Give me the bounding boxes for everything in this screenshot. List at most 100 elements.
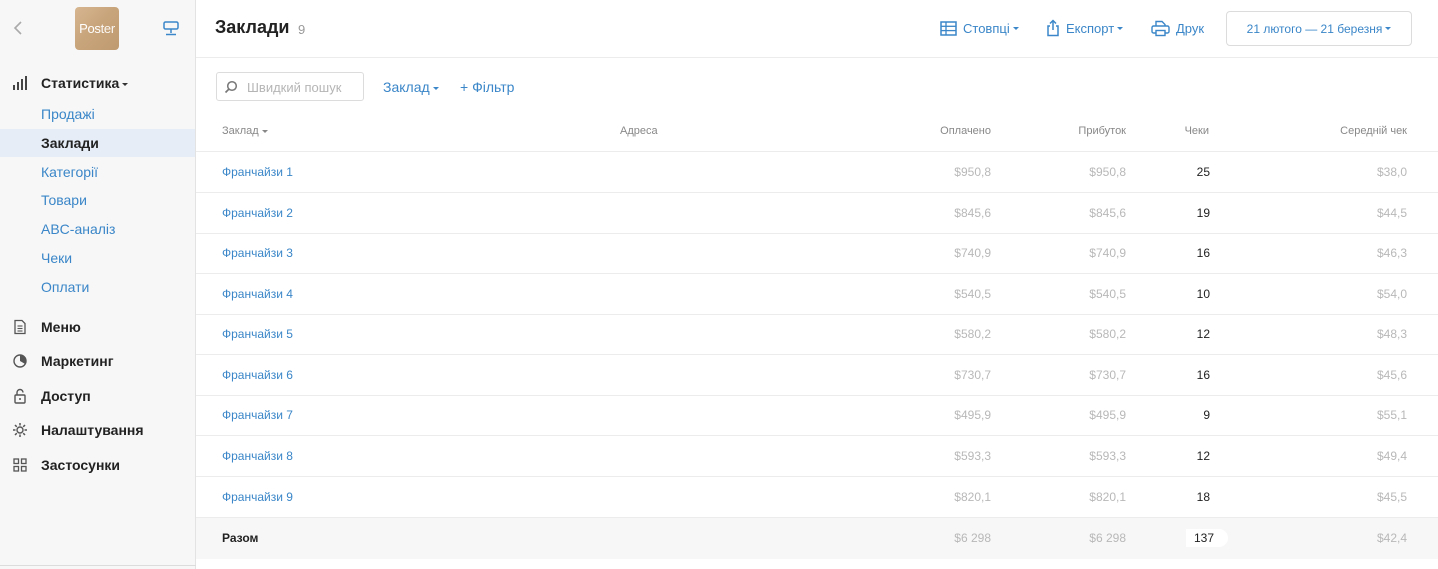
bar-chart-icon (13, 76, 27, 90)
sidebar-item-categories[interactable]: Категорії (0, 158, 195, 186)
nav-marketing[interactable]: Маркетинг (0, 348, 196, 374)
sidebar-item-sales[interactable]: Продажі (0, 100, 195, 128)
nav-marketing-label: Маркетинг (41, 353, 114, 369)
pos-terminal-icon[interactable] (162, 20, 180, 38)
export-label: Експорт (1066, 20, 1115, 36)
chevron-left-icon[interactable] (10, 18, 26, 38)
avg-check-value: $54,0 (1376, 287, 1407, 301)
checks-value: 16 (1196, 368, 1210, 382)
add-filter-button[interactable]: + Фільтр (460, 79, 514, 95)
poster-logo[interactable]: Pos ter (75, 7, 119, 50)
nav-settings[interactable]: Налаштування (0, 417, 196, 443)
paid-value: $580,2 (954, 327, 991, 341)
paid-value: $740,9 (954, 246, 991, 260)
total-checks-value: 137 (1185, 529, 1228, 547)
venue-link[interactable]: Франчайзи 5 (222, 327, 293, 341)
venue-link[interactable]: Франчайзи 8 (222, 449, 293, 463)
quick-search[interactable] (216, 72, 364, 101)
paid-value: $820,1 (954, 490, 991, 504)
profit-value: $740,9 (1089, 246, 1126, 260)
checks-value: 12 (1196, 327, 1210, 341)
profit-value: $580,2 (1089, 327, 1126, 341)
page-title: Заклади (215, 17, 290, 37)
sidebar-item-receipts[interactable]: Чеки (0, 244, 195, 272)
search-icon (224, 80, 238, 94)
table-row: Франчайзи 1 $950,8 $950,8 25 $38,0 (196, 152, 1438, 193)
table-row: Франчайзи 3 $740,9 $740,9 16 $46,3 (196, 233, 1438, 274)
paid-value: $730,7 (954, 368, 991, 382)
venue-link[interactable]: Франчайзи 6 (222, 368, 293, 382)
export-button[interactable]: Експорт (1046, 17, 1124, 39)
table-row: Франчайзи 4 $540,5 $540,5 10 $54,0 (196, 274, 1438, 315)
date-range-picker[interactable]: 21 лютого — 21 березня (1226, 11, 1412, 46)
nav-apps-label: Застосунки (41, 457, 121, 473)
nav-settings-label: Налаштування (41, 422, 144, 438)
avg-check-value: $48,3 (1376, 327, 1407, 341)
sidebar-item-venues[interactable]: Заклади (0, 129, 195, 157)
columns-label: Стовпці (963, 20, 1010, 36)
page-header: Заклади 9 Стовпці Експорт Друк 21 лютого… (196, 0, 1438, 58)
table-row: Франчайзи 7 $495,9 $495,9 9 $55,1 (196, 395, 1438, 436)
nav-menu[interactable]: Меню (0, 314, 196, 340)
caret-down-icon (1012, 26, 1019, 30)
venue-link[interactable]: Франчайзи 7 (222, 408, 293, 422)
avg-check-value: $38,0 (1376, 165, 1407, 179)
avg-check-value: $45,6 (1376, 368, 1407, 382)
venue-link[interactable]: Франчайзи 1 (222, 165, 293, 179)
checks-value: 9 (1203, 408, 1210, 422)
sidebar: Pos ter Статистика Продажі Заклади Катего… (0, 0, 196, 569)
avg-check-value: $46,3 (1376, 246, 1407, 260)
export-icon (1047, 19, 1059, 37)
profit-value: $730,7 (1089, 368, 1126, 382)
profit-value: $820,1 (1089, 490, 1126, 504)
nav-apps[interactable]: Застосунки (0, 452, 196, 478)
profit-value: $593,3 (1089, 449, 1126, 463)
column-header-profit[interactable]: Прибуток (1078, 125, 1126, 137)
document-icon (14, 319, 26, 335)
column-header-checks[interactable]: Чеки (1185, 125, 1209, 137)
column-header-paid[interactable]: Оплачено (940, 125, 991, 137)
column-header-avg-check[interactable]: Середній чек (1340, 125, 1407, 137)
venue-count: 9 (298, 22, 306, 37)
venue-link[interactable]: Франчайзи 2 (222, 206, 293, 220)
profit-value: $950,8 (1089, 165, 1126, 179)
sidebar-item-products[interactable]: Товари (0, 186, 195, 214)
nav-menu-label: Меню (41, 319, 81, 335)
checks-value: 18 (1196, 490, 1210, 504)
venue-link[interactable]: Франчайзи 9 (222, 490, 293, 504)
sidebar-item-payments[interactable]: Оплати (0, 273, 195, 301)
pie-chart-icon (13, 354, 27, 368)
nav-access-label: Доступ (41, 388, 91, 404)
apps-grid-icon (13, 458, 27, 472)
caret-down-icon (122, 82, 129, 86)
checks-value: 19 (1196, 206, 1210, 220)
venue-link[interactable]: Франчайзи 4 (222, 287, 293, 301)
paid-value: $495,9 (954, 408, 991, 422)
table-total-row: Разом $6 298 $6 298 137 $42,4 (196, 518, 1438, 559)
table-row: Франчайзи 5 $580,2 $580,2 12 $48,3 (196, 314, 1438, 355)
table-columns-icon (940, 20, 957, 36)
nav-access[interactable]: Доступ (0, 383, 196, 409)
print-button[interactable]: Друк (1151, 17, 1204, 39)
columns-button[interactable]: Стовпці (940, 17, 1019, 39)
search-input[interactable] (247, 78, 359, 96)
caret-down-icon (1385, 27, 1392, 30)
venue-link[interactable]: Франчайзи 3 (222, 246, 293, 260)
paid-value: $593,3 (954, 449, 991, 463)
column-header-venue[interactable]: Заклад (222, 125, 268, 137)
sidebar-item-abc-analysis[interactable]: ABC-аналіз (0, 215, 195, 243)
nav-statistics[interactable]: Статистика (0, 70, 196, 96)
venue-filter-dropdown[interactable]: Заклад (383, 79, 439, 95)
checks-value: 25 (1196, 165, 1210, 179)
table-row: Франчайзи 8 $593,3 $593,3 12 $49,4 (196, 436, 1438, 477)
printer-icon (1151, 20, 1170, 36)
checks-value: 10 (1196, 287, 1210, 301)
table-row: Франчайзи 2 $845,6 $845,6 19 $44,5 (196, 193, 1438, 234)
gear-icon (13, 423, 27, 437)
print-label: Друк (1176, 20, 1205, 36)
total-paid-value: $6 298 (954, 531, 991, 545)
column-header-address[interactable]: Адреса (620, 125, 658, 137)
table-row: Франчайзи 9 $820,1 $820,1 18 $45,5 (196, 477, 1438, 518)
avg-check-value: $55,1 (1376, 408, 1407, 422)
logo-text: Pos (79, 21, 101, 36)
